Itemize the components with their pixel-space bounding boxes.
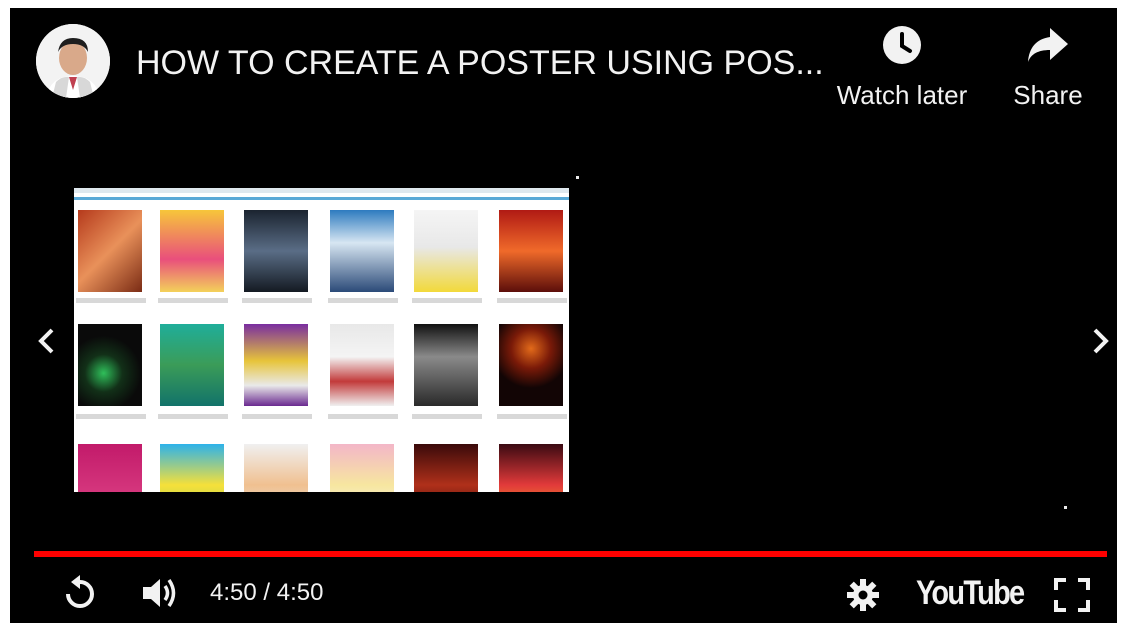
next-button[interactable] bbox=[1085, 326, 1115, 356]
poster-thumbnail bbox=[78, 210, 142, 292]
share-button[interactable]: Share bbox=[973, 24, 1117, 124]
poster-thumbnail bbox=[499, 444, 563, 492]
video-frame[interactable] bbox=[74, 188, 569, 492]
frame-accent-line bbox=[74, 197, 569, 200]
replay-button[interactable] bbox=[62, 574, 98, 617]
poster-thumbnail bbox=[330, 444, 394, 492]
chevron-left-icon bbox=[38, 328, 54, 354]
watch-later-label: Watch later bbox=[836, 80, 968, 110]
share-arrow-icon bbox=[1028, 28, 1068, 62]
poster-thumbnail bbox=[160, 444, 224, 492]
poster-thumbnail bbox=[244, 324, 308, 406]
gear-icon bbox=[847, 579, 879, 611]
poster-thumbnail bbox=[330, 324, 394, 406]
watch-later-button[interactable]: Watch later bbox=[822, 24, 982, 124]
poster-thumbnail bbox=[244, 210, 308, 292]
poster-thumbnail bbox=[78, 444, 142, 492]
video-player[interactable]: HOW TO CREATE A POSTER USING POS... Watc… bbox=[10, 8, 1117, 623]
settings-button[interactable] bbox=[846, 578, 880, 617]
progress-played bbox=[34, 551, 1107, 557]
chevron-right-icon bbox=[1093, 328, 1109, 354]
previous-button[interactable] bbox=[32, 326, 62, 356]
clock-icon bbox=[883, 26, 921, 64]
share-label: Share bbox=[1013, 80, 1083, 110]
poster-thumbnail bbox=[160, 324, 224, 406]
poster-thumbnail bbox=[499, 210, 563, 292]
progress-bar[interactable] bbox=[34, 551, 1107, 557]
replay-icon bbox=[66, 575, 94, 608]
poster-thumbnail bbox=[160, 210, 224, 292]
poster-thumbnail bbox=[330, 210, 394, 292]
frame-toolbar bbox=[74, 188, 569, 193]
poster-thumbnail bbox=[414, 324, 478, 406]
volume-icon bbox=[143, 579, 176, 607]
fullscreen-icon bbox=[1054, 578, 1090, 612]
youtube-logo[interactable]: YouTube bbox=[916, 574, 1025, 613]
poster-thumbnail bbox=[244, 444, 308, 492]
channel-avatar[interactable] bbox=[36, 24, 110, 98]
poster-thumbnail bbox=[414, 444, 478, 492]
volume-button[interactable] bbox=[140, 574, 180, 617]
fullscreen-button[interactable] bbox=[1054, 578, 1090, 617]
poster-thumbnail bbox=[78, 324, 142, 406]
video-title[interactable]: HOW TO CREATE A POSTER USING POS... bbox=[136, 42, 826, 84]
time-display: 4:50 / 4:50 bbox=[210, 579, 324, 606]
poster-thumbnail bbox=[414, 210, 478, 292]
poster-thumbnail bbox=[499, 324, 563, 406]
